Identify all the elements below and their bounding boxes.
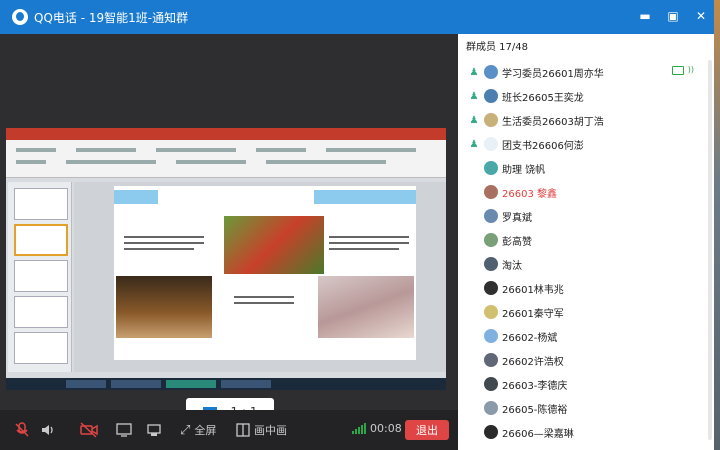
admin-icon: ♟: [469, 138, 479, 150]
call-timer: 00:08: [370, 422, 402, 435]
shared-screen: [6, 128, 446, 390]
slide-editor: [74, 182, 446, 372]
member-name: 26603 黎鑫: [502, 188, 557, 200]
member-name: 团支书26606何澎: [502, 140, 584, 152]
close-icon[interactable]: ✕: [694, 9, 708, 23]
qq-logo-icon: [12, 9, 28, 25]
member-name: 彭高赞: [502, 236, 532, 248]
member-panel: 群成员 17/48 ♟ 学习委员26601周亦华)) ♟ 班长26605王奕龙 ♟ 生活委…: [458, 34, 714, 450]
member-item[interactable]: 26602-杨斌: [458, 324, 714, 348]
minimize-icon[interactable]: ▬: [638, 9, 652, 23]
shared-taskbar: [6, 378, 446, 390]
member-name: 26602-杨斌: [502, 332, 558, 344]
admin-icon: ♟: [469, 66, 479, 78]
member-name: 班长26605王奕龙: [502, 92, 584, 104]
avatar: [484, 113, 498, 127]
camera-button[interactable]: [80, 422, 98, 438]
member-item[interactable]: 26601秦守军: [458, 300, 714, 324]
speaker-button[interactable]: [40, 422, 56, 438]
avatar: [484, 185, 498, 199]
avatar: [484, 281, 498, 295]
avatar: [484, 137, 498, 151]
screen-share-icon: [672, 66, 684, 75]
title-bar: QQ电话 - 19智能1班-通知群 ▬ ▣ ✕: [0, 0, 714, 34]
speaking-icon: )): [687, 65, 694, 74]
pip-icon: [236, 423, 250, 437]
member-list-scrollbar[interactable]: [708, 60, 712, 440]
slide-thumbnails: [8, 182, 72, 372]
call-status: 00:08: [352, 422, 402, 435]
member-item[interactable]: 淘汰: [458, 252, 714, 276]
call-toolbar: ⤢ 全屏 画中画 00:08 退出: [0, 410, 458, 450]
pip-label: 画中画: [254, 424, 287, 437]
avatar: [484, 209, 498, 223]
member-item[interactable]: ♟ 学习委员26601周亦华)): [458, 60, 714, 84]
member-name: 生活委员26603胡丁浩: [502, 116, 604, 128]
avatar: [484, 353, 498, 367]
avatar: [484, 377, 498, 391]
share-screen-button[interactable]: [116, 422, 132, 438]
signal-strength-icon: [352, 423, 366, 434]
avatar: [484, 257, 498, 271]
member-item[interactable]: 26603 黎鑫: [458, 180, 714, 204]
avatar: [484, 329, 498, 343]
member-item[interactable]: ♟ 生活委员26603胡丁浩: [458, 108, 714, 132]
avatar: [484, 401, 498, 415]
avatar: [484, 89, 498, 103]
member-item[interactable]: 助理 饶帆: [458, 156, 714, 180]
fullscreen-label: 全屏: [194, 424, 217, 437]
member-item[interactable]: ♟ 班长26605王奕龙: [458, 84, 714, 108]
member-item[interactable]: 彭高赞: [458, 228, 714, 252]
exit-call-button[interactable]: 退出: [405, 420, 449, 440]
member-name: 26601林韦兆: [502, 284, 564, 296]
fullscreen-icon: ⤢: [180, 422, 191, 438]
slide-canvas: [114, 186, 416, 360]
member-name: 罗真斌: [502, 212, 532, 224]
maximize-icon[interactable]: ▣: [666, 9, 680, 23]
avatar: [484, 233, 498, 247]
mic-muted-icon: [15, 422, 29, 437]
admin-icon: ♟: [469, 90, 479, 102]
avatar: [484, 65, 498, 79]
member-name: 淘汰: [502, 260, 522, 272]
avatar: [484, 305, 498, 319]
pip-button[interactable]: 画中画: [236, 422, 287, 438]
member-item[interactable]: ♟ 团支书26606何澎: [458, 132, 714, 156]
screen-share-view[interactable]: 1 : 1: [0, 34, 458, 426]
fullscreen-button[interactable]: ⤢ 全屏: [180, 422, 216, 438]
share-screen-icon: [116, 423, 132, 437]
projector-icon: [147, 424, 161, 436]
member-count-header: 群成员 17/48: [466, 42, 528, 53]
member-item[interactable]: 罗真斌: [458, 204, 714, 228]
member-name: 学习委员26601周亦华: [502, 68, 604, 80]
avatar: [484, 425, 498, 439]
camera-off-icon: [80, 422, 98, 438]
mic-mute-button[interactable]: [14, 422, 30, 438]
member-item[interactable]: 26603-李德庆: [458, 372, 714, 396]
avatar: [484, 161, 498, 175]
window-title: QQ电话 - 19智能1班-通知群: [34, 10, 189, 25]
member-item[interactable]: 26605-陈德裕: [458, 396, 714, 420]
member-name: 26601秦守军: [502, 308, 564, 320]
projector-button[interactable]: [146, 422, 162, 438]
qq-call-window: QQ电话 - 19智能1班-通知群 ▬ ▣ ✕ 群成员 17/48 ♟ 学习委员…: [0, 0, 714, 450]
desktop-background: [714, 0, 720, 450]
member-name: 26603-李德庆: [502, 380, 568, 392]
member-item[interactable]: 26601林韦兆: [458, 276, 714, 300]
window-controls: ▬ ▣ ✕: [638, 9, 708, 23]
app-titlebar: [6, 128, 446, 140]
speaker-icon: [42, 425, 53, 435]
member-name: 26606—梁嘉琳: [502, 428, 574, 440]
member-name: 助理 饶帆: [502, 164, 546, 176]
app-ribbon: [6, 140, 446, 178]
member-name: 26602许浩权: [502, 356, 564, 368]
admin-icon: ♟: [469, 114, 479, 126]
member-item[interactable]: 26606—梁嘉琳: [458, 420, 714, 444]
member-item[interactable]: 26602许浩权: [458, 348, 714, 372]
member-name: 26605-陈德裕: [502, 404, 568, 416]
